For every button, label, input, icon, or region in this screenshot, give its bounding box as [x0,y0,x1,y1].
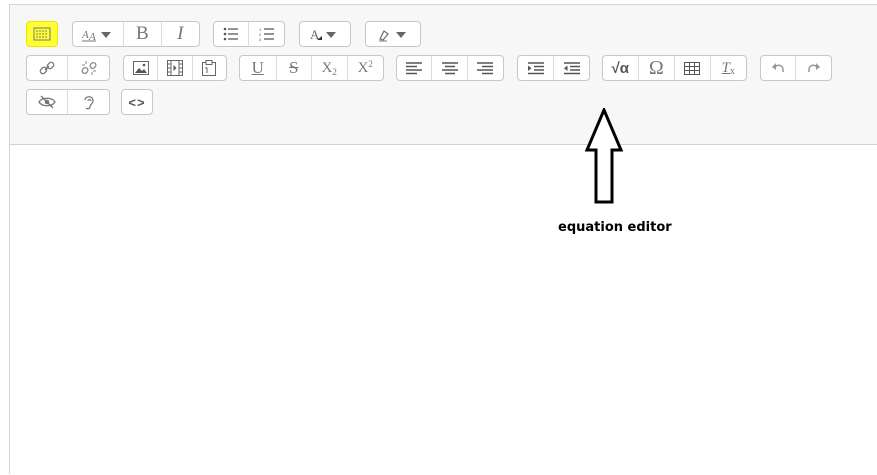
font-group: AA B I [72,21,200,47]
undo-button[interactable] [761,56,797,80]
table-icon [684,61,701,75]
link-button[interactable] [27,56,69,80]
insert-group: √α Ω Tx [602,55,747,81]
accessibility-checker-button[interactable] [27,90,69,114]
annotation-caption: equation editor [558,220,672,235]
text-color-icon: A [310,27,336,42]
highlighter-icon [379,30,406,42]
text-editor: AA B I 123 A U S X 2 X 2 √α Ω T x <> [9,4,877,475]
svg-text:3: 3 [259,37,262,41]
clear-formatting-mark: x [729,65,735,77]
clear-formatting-button[interactable]: Tx [711,56,747,80]
manage-files-button[interactable] [193,56,226,80]
image-icon [132,61,149,75]
numbered-list-icon: 123 [259,27,274,41]
undo-icon [772,63,784,72]
align-center-icon [441,61,458,74]
style-group: U S X2 X2 [239,55,384,81]
superscript-button[interactable]: X2 [348,56,384,80]
background-color-button[interactable] [366,22,420,46]
align-left-button[interactable] [397,56,433,80]
special-character-button[interactable]: Ω [639,56,675,80]
bold-button[interactable]: B [124,22,162,46]
screen-reader-icon [83,96,94,110]
strikethrough-button[interactable]: S [277,56,312,80]
align-right-icon [477,61,494,74]
toolbar-toggle-icon [33,27,51,41]
svg-text:A: A [81,29,89,41]
align-group [396,55,504,81]
image-button[interactable] [124,56,159,80]
html-source-button[interactable]: <> [122,90,152,114]
media-group [123,55,227,81]
italic-button[interactable]: I [162,22,199,46]
subscript-button[interactable]: X2 [312,56,348,80]
redo-button[interactable] [796,56,831,80]
align-left-icon [406,61,423,74]
superscript-mark: 2 [368,59,373,69]
html-group: <> [121,89,153,115]
underline-button[interactable]: U [240,56,277,80]
indent-icon [527,61,544,74]
link-icon [39,61,55,75]
manage-files-icon [202,60,217,76]
numbered-list-button[interactable]: 123 [249,22,284,46]
redo-icon [807,63,820,72]
bullet-list-button[interactable] [214,22,250,46]
clear-formatting-label: T [721,59,730,76]
editor-toolbar: AA B I 123 A U S X 2 X 2 √α Ω T x <> [10,5,877,145]
align-center-button[interactable] [432,56,468,80]
toolbar-toggle-group [26,21,58,47]
font-style-button[interactable]: AA [73,22,125,46]
media-button[interactable] [158,56,193,80]
history-group [760,55,832,81]
accessibility-checker-icon [38,95,56,109]
superscript-label: X [357,59,369,76]
editor-content-area[interactable] [10,145,877,475]
list-group: 123 [213,21,285,47]
outdent-icon [563,61,580,74]
equation-editor-button[interactable]: √α [603,56,639,80]
background-color-group [365,21,421,47]
subscript-mark: 2 [332,67,337,77]
unlink-button[interactable] [68,56,109,80]
outdent-button[interactable] [554,56,589,80]
up-arrow-annotation [584,108,624,204]
link-group [26,55,110,81]
text-color-button[interactable]: A [300,22,350,46]
font-style-icon: AA [81,29,112,42]
subscript-label: X [321,59,333,76]
align-right-button[interactable] [468,56,503,80]
svg-text:A: A [88,31,96,42]
bullet-list-icon [223,27,238,41]
media-icon [166,60,183,76]
unlink-icon [80,61,97,75]
indent-button[interactable] [518,56,554,80]
text-color-group: A [299,21,351,47]
toolbar-toggle-button[interactable] [27,22,57,46]
indent-group [517,55,590,81]
table-button[interactable] [675,56,711,80]
screen-reader-button[interactable] [68,90,109,114]
accessibility-group [26,89,110,115]
